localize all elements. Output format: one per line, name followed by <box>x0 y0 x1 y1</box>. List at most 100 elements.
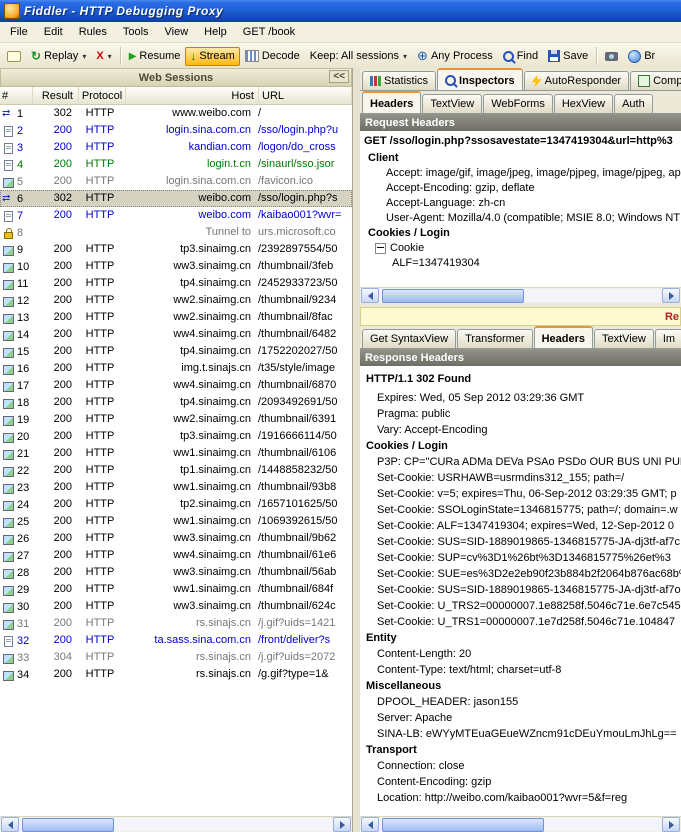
stream-button[interactable]: Stream <box>185 47 239 66</box>
session-row[interactable]: 23 200 HTTP ww1.sinaimg.cn /thumbnail/93… <box>0 479 352 496</box>
request-header-item[interactable]: Accept-Language: zh-cn <box>360 196 681 211</box>
session-row[interactable]: 9 200 HTTP tp3.sinaimg.cn /2392897554/50 <box>0 241 352 258</box>
session-row[interactable]: 11 200 HTTP tp4.sinaimg.cn /2452933723/5… <box>0 275 352 292</box>
response-header-item[interactable]: Set-Cookie: U_TRS2=00000007.1e88258f.504… <box>360 598 681 614</box>
request-tab[interactable]: Headers <box>362 91 421 114</box>
session-row[interactable]: 19 200 HTTP ww2.sinaimg.cn /thumbnail/63… <box>0 411 352 428</box>
column-header-host[interactable]: Host <box>126 87 259 104</box>
session-row[interactable]: 2 200 HTTP login.sina.com.cn /sso/login.… <box>0 122 352 139</box>
scroll-thumb[interactable] <box>382 289 524 303</box>
find-button[interactable]: Find <box>498 47 543 65</box>
response-header-item[interactable]: Vary: Accept-Encoding <box>360 422 681 438</box>
response-header-item[interactable]: Set-Cookie: SUS=SID-1889019865-134681577… <box>360 582 681 598</box>
response-group-miscellaneous[interactable]: Miscellaneous <box>360 678 681 694</box>
response-header-item[interactable]: Location: http://weibo.com/kaibao001?wvr… <box>360 790 681 806</box>
main-tab[interactable]: Statistics <box>362 71 436 90</box>
session-row[interactable]: 4 200 HTTP login.t.cn /sinaurl/sso.jsor <box>0 156 352 173</box>
response-header-item[interactable]: Set-Cookie: USRHAWB=usrmdins312_155; pat… <box>360 470 681 486</box>
replay-button[interactable]: Replay▾ <box>26 47 91 66</box>
column-header-url[interactable]: URL <box>259 87 352 104</box>
request-tab[interactable]: Auth <box>614 94 653 113</box>
column-header-result[interactable]: Result <box>33 87 79 104</box>
session-row[interactable]: 25 200 HTTP ww1.sinaimg.cn /1069392615/5… <box>0 513 352 530</box>
main-tab[interactable]: Inspectors <box>437 68 523 91</box>
response-header-item[interactable]: Set-Cookie: SUP=cv%3D1%26bt%3D1346815775… <box>360 550 681 566</box>
session-row[interactable]: 32 200 HTTP ta.sass.sina.com.cn /front/d… <box>0 632 352 649</box>
response-status-line[interactable]: HTTP/1.1 302 Found <box>360 368 681 390</box>
session-row[interactable]: 8 Tunnel to urs.microsoft.co <box>0 224 352 241</box>
response-group-transport[interactable]: Transport <box>360 742 681 758</box>
request-header-item[interactable]: User-Agent: Mozilla/4.0 (compatible; MSI… <box>360 211 681 226</box>
response-tab[interactable]: Headers <box>534 326 593 349</box>
session-row[interactable]: 10 200 HTTP ww3.sinaimg.cn /thumbnail/3f… <box>0 258 352 275</box>
decode-button[interactable]: Decode <box>240 47 305 65</box>
session-row[interactable]: 16 200 HTTP img.t.sinajs.cn /t35/style/i… <box>0 360 352 377</box>
menu-item[interactable]: Tools <box>115 24 157 40</box>
response-group-entity[interactable]: Entity <box>360 630 681 646</box>
response-tab[interactable]: Im <box>655 329 681 348</box>
cookie-value-item[interactable]: ALF=1347419304 <box>360 256 681 271</box>
browse-button[interactable]: Br <box>623 47 660 66</box>
response-header-item[interactable]: SINA-LB: eWYyMTEuaGEueWZncm91cDEuYmouLmJ… <box>360 726 681 742</box>
response-tab[interactable]: Transformer <box>457 329 533 348</box>
request-group-client[interactable]: Client <box>360 151 681 166</box>
response-tab[interactable]: TextView <box>594 329 654 348</box>
collapse-minus-icon[interactable] <box>375 243 386 254</box>
menu-item[interactable]: View <box>157 24 197 40</box>
scroll-thumb[interactable] <box>22 818 114 832</box>
session-row[interactable]: 3 200 HTTP kandian.com /logon/do_cross <box>0 139 352 156</box>
scroll-thumb[interactable] <box>382 818 544 832</box>
response-header-item[interactable]: Set-Cookie: U_TRS1=00000007.1e7d258f.504… <box>360 614 681 630</box>
collapse-panel-button[interactable]: << <box>329 70 349 83</box>
session-row[interactable]: 1 302 HTTP www.weibo.com / <box>0 105 352 122</box>
resume-button[interactable]: Resume <box>124 47 186 66</box>
scroll-right-button[interactable] <box>662 817 680 832</box>
session-row[interactable]: 20 200 HTTP tp3.sinaimg.cn /1916666114/5… <box>0 428 352 445</box>
request-tab[interactable]: WebForms <box>483 94 553 113</box>
cookie-node[interactable]: Cookie <box>360 241 681 256</box>
request-group-cookies[interactable]: Cookies / Login <box>360 226 681 241</box>
response-header-item[interactable]: Set-Cookie: SUE=es%3D2e2eb90f23b884b2f20… <box>360 566 681 582</box>
session-row[interactable]: 34 200 HTTP rs.sinajs.cn /g.gif?type=1& <box>0 666 352 683</box>
menu-item[interactable]: Rules <box>71 24 115 40</box>
request-horizontal-scrollbar[interactable] <box>360 287 681 303</box>
request-tab[interactable]: TextView <box>422 94 482 113</box>
request-tab[interactable]: HexView <box>554 94 613 113</box>
session-row[interactable]: 22 200 HTTP tp1.sinaimg.cn /1448858232/5… <box>0 462 352 479</box>
response-header-item[interactable]: Pragma: public <box>360 406 681 422</box>
response-header-item[interactable]: Content-Type: text/html; charset=utf-8 <box>360 662 681 678</box>
session-row[interactable]: 18 200 HTTP tp4.sinaimg.cn /2093492691/5… <box>0 394 352 411</box>
remove-sessions-button[interactable]: X▾ <box>91 47 116 65</box>
response-header-item[interactable]: Server: Apache <box>360 710 681 726</box>
any-process-button[interactable]: Any Process <box>412 47 498 66</box>
scroll-right-button[interactable] <box>333 817 351 832</box>
session-row[interactable]: 13 200 HTTP ww2.sinaimg.cn /thumbnail/8f… <box>0 309 352 326</box>
save-button[interactable]: Save <box>543 47 593 65</box>
menu-item[interactable]: File <box>2 24 36 40</box>
session-row[interactable]: 12 200 HTTP ww2.sinaimg.cn /thumbnail/92… <box>0 292 352 309</box>
response-header-item[interactable]: Set-Cookie: SUS=SID-1889019865-134681577… <box>360 534 681 550</box>
main-tab[interactable]: Comp <box>630 71 681 90</box>
response-header-item[interactable]: P3P: CP="CURa ADMa DEVa PSAo PSDo OUR BU… <box>360 454 681 470</box>
response-header-item[interactable]: Set-Cookie: ALF=1347419304; expires=Wed,… <box>360 518 681 534</box>
response-header-item[interactable]: Content-Length: 20 <box>360 646 681 662</box>
response-header-item[interactable]: Connection: close <box>360 758 681 774</box>
response-header-item[interactable]: Expires: Wed, 05 Sep 2012 03:29:36 GMT <box>360 390 681 406</box>
session-row[interactable]: 6 302 HTTP weibo.com /sso/login.php?s <box>0 190 352 207</box>
response-tab[interactable]: Get SyntaxView <box>362 329 456 348</box>
session-row[interactable]: 31 200 HTTP rs.sinajs.cn /j.gif?uids=142… <box>0 615 352 632</box>
scroll-track[interactable] <box>20 818 332 831</box>
response-header-item[interactable]: DPOOL_HEADER: jason155 <box>360 694 681 710</box>
session-row[interactable]: 33 304 HTTP rs.sinajs.cn /j.gif?uids=207… <box>0 649 352 666</box>
menu-item[interactable]: Edit <box>36 24 71 40</box>
scroll-right-button[interactable] <box>662 288 680 303</box>
response-header-item[interactable]: Set-Cookie: v=5; expires=Thu, 06-Sep-201… <box>360 486 681 502</box>
response-horizontal-scrollbar[interactable] <box>360 816 681 832</box>
session-row[interactable]: 29 200 HTTP ww1.sinaimg.cn /thumbnail/68… <box>0 581 352 598</box>
column-header-number[interactable]: # <box>0 87 33 104</box>
scroll-left-button[interactable] <box>1 817 19 832</box>
session-row[interactable]: 15 200 HTTP tp4.sinaimg.cn /1752202027/5… <box>0 343 352 360</box>
request-header-item[interactable]: Accept: image/gif, image/jpeg, image/pjp… <box>360 166 681 181</box>
session-row[interactable]: 17 200 HTTP ww4.sinaimg.cn /thumbnail/68… <box>0 377 352 394</box>
main-tab[interactable]: AutoResponder <box>524 71 629 90</box>
